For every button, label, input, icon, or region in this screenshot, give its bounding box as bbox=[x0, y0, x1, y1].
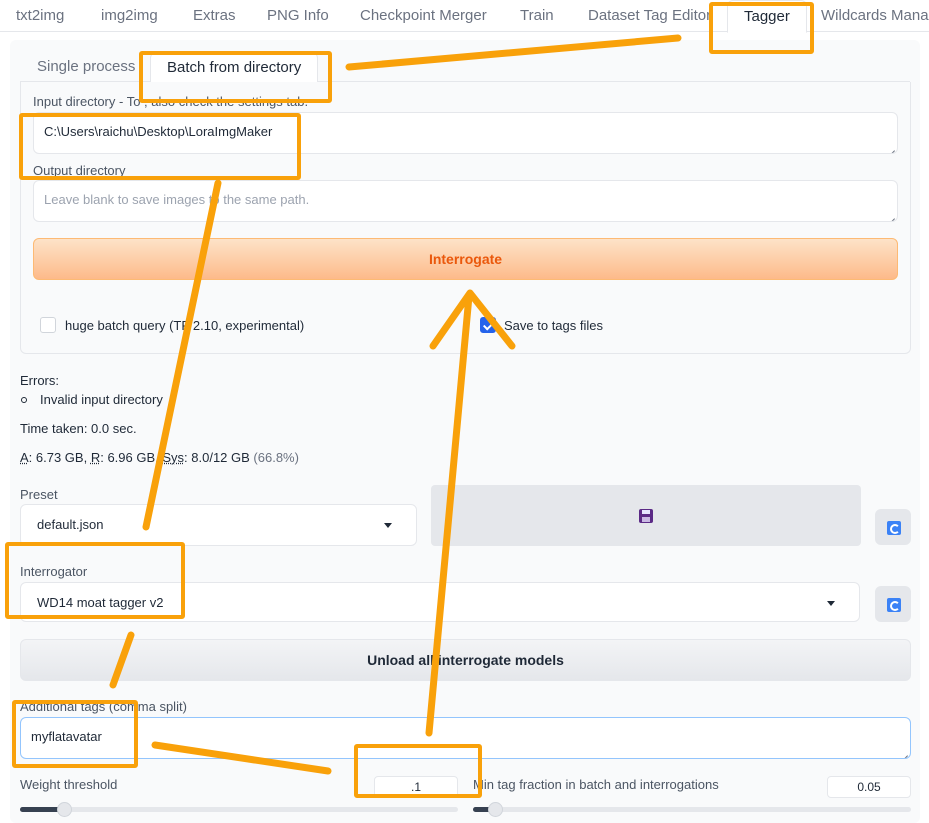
input-directory-label: Input directory - To ; also check the se… bbox=[33, 94, 309, 109]
input-directory-field[interactable]: C:\Users\raichu\Desktop\LoraImgMaker bbox=[33, 112, 898, 154]
additional-tags-label: Additional tags (comma split) bbox=[20, 699, 187, 714]
error-item: Invalid input directory bbox=[40, 392, 163, 407]
tab-batch-from-directory[interactable]: Batch from directory bbox=[150, 52, 319, 83]
tab-png-info[interactable]: PNG Info bbox=[267, 0, 329, 32]
memory-r-value: : 6.96 GB, bbox=[100, 450, 163, 465]
errors-title: Errors: bbox=[20, 373, 59, 388]
weight-threshold-thumb[interactable] bbox=[57, 802, 72, 817]
refresh-interrogator-button[interactable] bbox=[875, 586, 911, 622]
output-directory-label: Output directory bbox=[33, 163, 126, 178]
tab-tagger[interactable]: Tagger bbox=[727, 0, 807, 33]
tab-img2img[interactable]: img2img bbox=[101, 0, 158, 32]
memory-r-label: R bbox=[90, 450, 101, 465]
interrogator-label: Interrogator bbox=[20, 564, 88, 579]
tab-txt2img[interactable]: txt2img bbox=[16, 0, 64, 32]
save-tags-label: Save to tags files bbox=[504, 318, 603, 333]
bullet-icon bbox=[21, 397, 27, 403]
additional-tags-value: myflatavatar bbox=[31, 729, 102, 744]
input-directory-value: C:\Users\raichu\Desktop\LoraImgMaker bbox=[44, 124, 273, 139]
memory-stats: A: 6.73 GB, R: 6.96 GB, Sys: 8.0/12 GB (… bbox=[20, 450, 299, 465]
min-tag-fraction-slider[interactable] bbox=[473, 802, 911, 817]
tab-single-process[interactable]: Single process bbox=[37, 52, 135, 82]
chevron-down-icon bbox=[827, 601, 835, 606]
tab-dataset-tag-editor[interactable]: Dataset Tag Editor bbox=[588, 0, 711, 32]
resize-grip-icon[interactable] bbox=[887, 211, 895, 219]
unload-models-button[interactable]: Unload all interrogate models bbox=[20, 639, 911, 681]
preset-value: default.json bbox=[37, 517, 104, 532]
save-preset-button[interactable] bbox=[431, 485, 861, 546]
refresh-preset-button[interactable] bbox=[875, 509, 911, 545]
output-directory-field[interactable]: Leave blank to save images to the same p… bbox=[33, 180, 898, 222]
memory-sys-value: : 8.0/12 GB bbox=[184, 450, 250, 465]
tab-checkpoint-merger[interactable]: Checkpoint Merger bbox=[360, 0, 487, 32]
save-tags-checkbox[interactable] bbox=[480, 317, 496, 333]
tab-wildcards-manager[interactable]: Wildcards Manag bbox=[821, 0, 929, 32]
huge-batch-checkbox[interactable] bbox=[40, 317, 56, 333]
memory-percent: (66.8%) bbox=[249, 450, 299, 465]
top-tab-bar: txt2img img2img Extras PNG Info Checkpoi… bbox=[0, 0, 929, 33]
min-tag-fraction-label: Min tag fraction in batch and interrogat… bbox=[473, 777, 719, 792]
resize-grip-icon[interactable] bbox=[887, 143, 895, 151]
refresh-icon bbox=[887, 598, 901, 612]
interrogate-button[interactable]: Interrogate bbox=[33, 238, 898, 280]
weight-threshold-label: Weight threshold bbox=[20, 777, 118, 792]
tab-train[interactable]: Train bbox=[520, 0, 554, 32]
chevron-down-icon bbox=[384, 523, 392, 528]
interrogator-value: WD14 moat tagger v2 bbox=[37, 595, 164, 610]
sub-tab-bar: Single process Batch from directory bbox=[20, 52, 910, 83]
preset-dropdown[interactable]: default.json bbox=[20, 504, 417, 546]
memory-sys-label: Sys bbox=[162, 450, 185, 465]
weight-threshold-input[interactable]: .1 bbox=[374, 776, 458, 798]
resize-grip-icon[interactable] bbox=[900, 748, 908, 756]
min-tag-fraction-thumb[interactable] bbox=[488, 802, 503, 817]
memory-a-value: : 6.73 GB, bbox=[28, 450, 91, 465]
time-taken: Time taken: 0.0 sec. bbox=[20, 421, 137, 436]
floppy-disk-icon bbox=[639, 509, 653, 523]
output-directory-placeholder: Leave blank to save images to the same p… bbox=[44, 192, 310, 207]
weight-threshold-slider[interactable] bbox=[20, 802, 458, 817]
huge-batch-label: huge batch query (TF 2.10, experimental) bbox=[65, 318, 305, 333]
interrogator-dropdown[interactable]: WD14 moat tagger v2 bbox=[20, 582, 860, 622]
min-tag-fraction-input[interactable]: 0.05 bbox=[827, 776, 911, 798]
memory-a-label: A bbox=[20, 450, 29, 465]
preset-label: Preset bbox=[20, 487, 58, 502]
additional-tags-field[interactable]: myflatavatar bbox=[20, 717, 911, 759]
tab-extras[interactable]: Extras bbox=[193, 0, 236, 32]
refresh-icon bbox=[887, 521, 901, 535]
